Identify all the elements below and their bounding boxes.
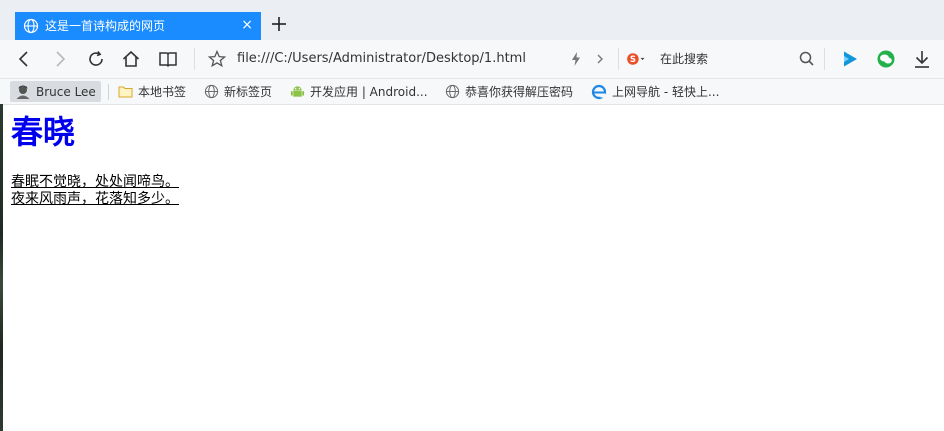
download-icon[interactable] xyxy=(912,49,932,69)
wechat-icon[interactable] xyxy=(876,49,896,69)
divider xyxy=(618,48,619,70)
bookmarks-bar: Bruce Lee 本地书签 新标签页 开发应用 | Android... 恭喜… xyxy=(0,79,944,105)
page-title: 春晓 xyxy=(11,113,76,151)
globe-icon xyxy=(445,84,460,99)
user-name: Bruce Lee xyxy=(36,84,96,99)
bookmark-android[interactable]: 开发应用 | Android... xyxy=(290,81,428,102)
poem-body: 春眠不觉晓，处处闻啼鸟。 夜来风雨声，花落知多少。 xyxy=(11,174,179,208)
search-icon[interactable] xyxy=(797,49,817,69)
divider xyxy=(824,48,825,70)
bookmark-local[interactable]: 本地书签 xyxy=(118,81,186,102)
home-icon[interactable] xyxy=(121,49,141,69)
bookmark-label: 新标签页 xyxy=(224,85,273,99)
bookmark-password[interactable]: 恭喜你获得解压密码 xyxy=(445,81,573,102)
new-tab-icon[interactable] xyxy=(270,15,288,33)
search-input[interactable]: 在此搜索 xyxy=(660,51,708,67)
bookmark-navigation[interactable]: 上网导航 - 轻快上... xyxy=(591,81,719,102)
poem-line: 春眠不觉晓，处处闻啼鸟。 xyxy=(11,174,179,190)
bookmark-label: 本地书签 xyxy=(138,85,187,99)
back-icon[interactable] xyxy=(14,49,34,69)
bookmark-newtab[interactable]: 新标签页 xyxy=(204,81,272,102)
poem-line: 夜来风雨声，花落知多少。 xyxy=(11,191,179,207)
divider xyxy=(108,84,109,100)
bookmark-label: 上网导航 - 轻快上... xyxy=(612,85,720,99)
toolbar: file:///C:/Users/Administrator/Desktop/1… xyxy=(0,40,944,79)
tab-strip: 这是一首诗构成的网页 × xyxy=(0,0,944,40)
globe-icon xyxy=(204,84,219,99)
play-icon[interactable] xyxy=(840,49,860,69)
bookmark-label: 开发应用 | Android... xyxy=(310,85,428,99)
tab-title: 这是一首诗构成的网页 xyxy=(45,19,166,33)
avatar xyxy=(16,85,30,99)
globe-icon xyxy=(23,18,39,34)
close-tab-icon[interactable]: × xyxy=(241,17,253,33)
user-profile[interactable]: Bruce Lee xyxy=(10,81,101,102)
android-icon xyxy=(290,86,305,97)
star-icon[interactable] xyxy=(207,49,227,69)
ie-icon xyxy=(591,84,607,99)
reload-icon[interactable] xyxy=(86,49,106,69)
lightning-icon[interactable] xyxy=(566,49,586,69)
svg-text:S: S xyxy=(630,54,636,64)
address-bar[interactable]: file:///C:/Users/Administrator/Desktop/1… xyxy=(237,51,526,67)
folder-icon xyxy=(118,86,133,98)
bookmark-label: 恭喜你获得解压密码 xyxy=(465,85,574,99)
divider xyxy=(194,48,195,70)
window-edge xyxy=(0,104,3,431)
sogou-search-icon[interactable]: S xyxy=(626,49,646,69)
tab-active[interactable]: 这是一首诗构成的网页 × xyxy=(15,12,261,40)
chevron-right-icon[interactable] xyxy=(590,49,610,69)
forward-icon[interactable] xyxy=(50,49,70,69)
reader-icon[interactable] xyxy=(158,49,178,69)
